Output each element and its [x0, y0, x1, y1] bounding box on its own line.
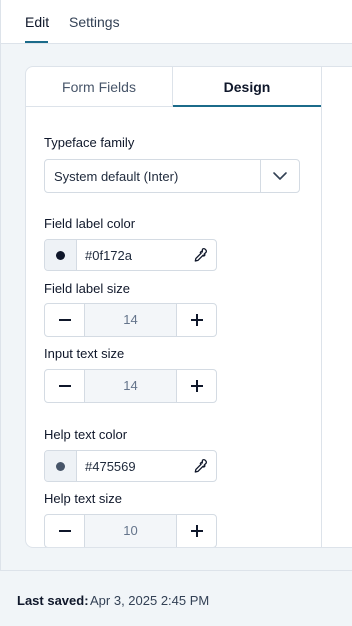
- field-label-color-value: #0f172a: [85, 248, 132, 263]
- help-text-size-value[interactable]: 10: [85, 515, 176, 547]
- field-label-size-label: Field label size: [44, 281, 130, 296]
- main-panel: Form Fields Design Typeface family Syste…: [0, 44, 352, 570]
- chevron-down-icon[interactable]: [271, 170, 289, 182]
- help-text-size-label: Help text size: [44, 491, 123, 506]
- increment-button[interactable]: [176, 370, 216, 402]
- tab-design[interactable]: Design: [173, 67, 321, 107]
- field-label-size-value[interactable]: 14: [85, 304, 176, 336]
- increment-button[interactable]: [176, 304, 216, 336]
- field-label-color-label: Field label color: [44, 216, 136, 231]
- increment-button[interactable]: [176, 515, 216, 547]
- settings-card: Form Fields Design Typeface family Syste…: [25, 66, 352, 548]
- typeface-label: Typeface family: [44, 135, 135, 150]
- eyedropper-icon[interactable]: [192, 458, 208, 474]
- field-label-color-input[interactable]: #0f172a: [44, 239, 217, 271]
- typeface-select[interactable]: System default (Inter): [44, 159, 300, 193]
- card-divider: [321, 67, 322, 547]
- select-separator: [260, 160, 261, 192]
- footer: Last saved: Apr 3, 2025 2:45 PM: [0, 570, 352, 626]
- help-text-size-stepper: 10: [44, 514, 217, 547]
- help-text-color-value: #475569: [85, 459, 136, 474]
- typeface-value: System default (Inter): [54, 169, 179, 184]
- decrement-button[interactable]: [45, 515, 85, 547]
- input-text-size-value[interactable]: 14: [85, 370, 176, 402]
- tab-settings[interactable]: Settings: [69, 14, 120, 30]
- color-dot: [56, 462, 65, 471]
- active-card-tab-indicator: [173, 105, 321, 107]
- field-label-size-stepper: 14: [44, 303, 217, 337]
- decrement-button[interactable]: [45, 304, 85, 336]
- top-tab-bar: Edit Settings: [0, 0, 352, 44]
- active-tab-indicator: [25, 41, 48, 43]
- tab-edit[interactable]: Edit: [25, 14, 49, 30]
- eyedropper-icon[interactable]: [192, 247, 208, 263]
- color-swatch[interactable]: [45, 451, 77, 481]
- tab-form-fields[interactable]: Form Fields: [26, 67, 173, 107]
- last-saved-label: Last saved:: [17, 593, 89, 608]
- last-saved-timestamp: Apr 3, 2025 2:45 PM: [90, 593, 210, 608]
- input-text-size-stepper: 14: [44, 369, 217, 403]
- help-text-color-input[interactable]: #475569: [44, 450, 217, 482]
- input-text-size-label: Input text size: [44, 346, 125, 361]
- decrement-button[interactable]: [45, 370, 85, 402]
- color-dot: [56, 251, 65, 260]
- card-tab-bar: Form Fields Design: [26, 67, 321, 107]
- color-swatch[interactable]: [45, 240, 77, 270]
- help-text-color-label: Help text color: [44, 427, 128, 442]
